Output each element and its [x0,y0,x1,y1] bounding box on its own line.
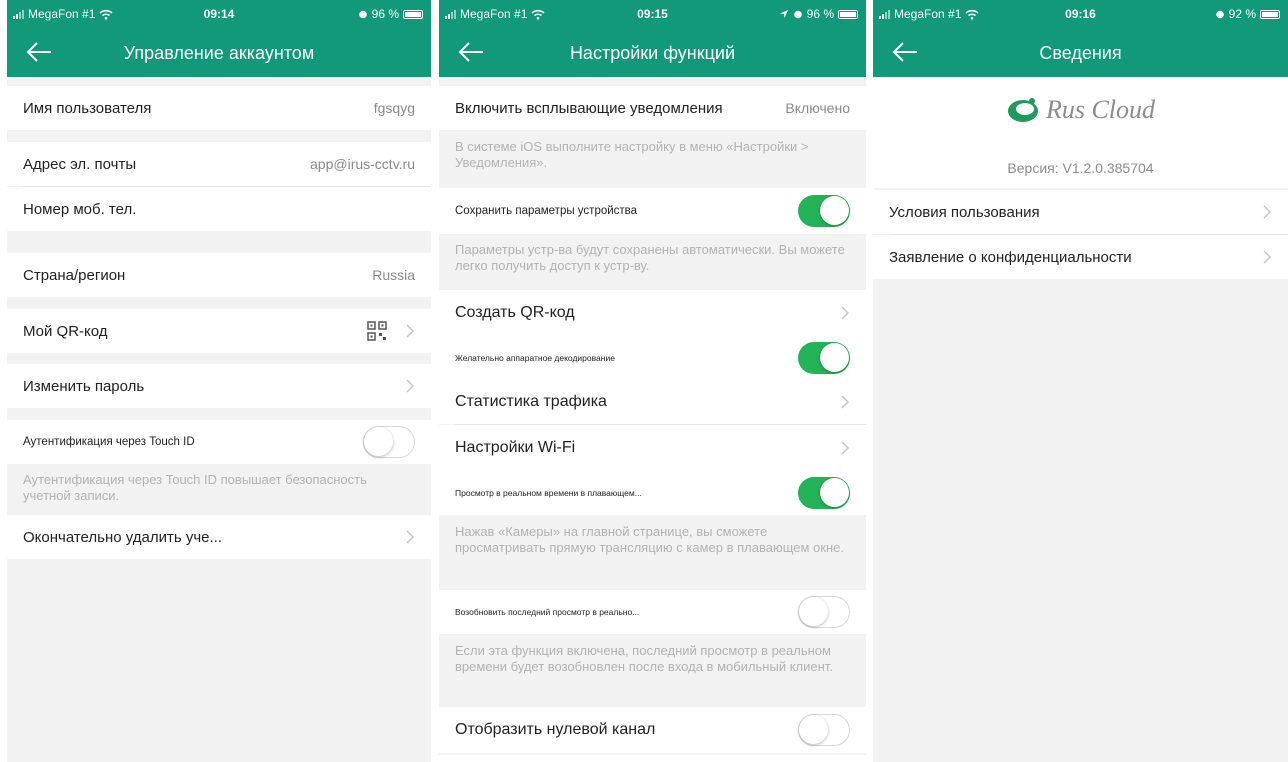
battery-percent: 96 % [371,7,399,21]
status-bar: MegaFon #1 09:15 96 % [439,0,866,27]
terms-label: Условия пользования [889,203,1040,221]
save-device-params-toggle[interactable] [798,195,850,227]
chevron-right-icon [841,441,849,455]
create-qr-row[interactable]: Создать QR-код [439,290,866,336]
nav-bar: Управление аккаунтом [7,27,431,77]
resume-view-label: Возобновить последний просмотр в реально… [455,607,640,617]
status-bar: MegaFon #1 09:14 96 % [7,0,431,27]
resume-view-toggle[interactable] [798,596,850,628]
alarm-icon [793,10,802,19]
wifi-settings-row[interactable]: Настройки Wi-Fi [439,425,866,471]
save-device-params-label: Сохранить параметры устройства [455,205,638,217]
change-password-row[interactable]: Изменить пароль [7,364,431,408]
touch-id-label: Аутентификация через Touch ID [23,436,195,448]
logo-text: Rus Cloud [1045,95,1156,124]
phone-label: Номер моб. тел. [23,200,137,218]
floating-view-hint: Нажав «Камеры» на главной странице, вы с… [455,524,844,555]
resume-view-hint: Если эта функция включена, последний про… [455,643,833,674]
privacy-label: Заявление о конфиденциальности [889,248,1132,266]
battery-icon [838,9,858,19]
chevron-right-icon [841,306,849,320]
zero-channel-row: Отобразить нулевой канал [439,707,866,753]
battery-icon [1260,9,1280,19]
my-qr-row[interactable]: Мой QR-код [7,309,431,353]
app-logo: Rus Cloud [873,95,1288,125]
traffic-stats-row[interactable]: Статистика трафика [439,380,866,424]
touch-id-toggle[interactable] [363,426,415,458]
chevron-right-icon [406,379,414,393]
delete-account-label: Окончательно удалить уче... [23,528,222,546]
nav-bar: Сведения [873,27,1288,77]
country-value: Russia [372,267,415,283]
location-icon [779,10,788,18]
popup-notifications-label: Включить всплывающие уведомления [455,99,723,117]
email-label: Адрес эл. почты [23,155,137,173]
floating-view-toggle[interactable] [798,477,850,509]
qr-code-icon [367,321,387,341]
delete-account-row[interactable]: Окончательно удалить уче... [7,515,431,559]
resume-view-row: Возобновить последний просмотр в реально… [439,590,866,634]
hw-decoding-toggle[interactable] [798,342,850,374]
username-label: Имя пользователя [23,99,152,117]
wifi-settings-label: Настройки Wi-Fi [455,439,576,456]
my-qr-label: Мой QR-код [23,322,108,340]
privacy-row[interactable]: Заявление о конфиденциальности [873,235,1288,279]
create-qr-label: Создать QR-код [455,304,575,321]
save-device-params-hint: Параметры устр-ва будут сохранены автома… [455,242,845,273]
chevron-right-icon [1263,250,1271,264]
about-screen: MegaFon #1 09:16 92 % Сведения Rus Cloud… [873,0,1288,762]
chevron-right-icon [841,395,849,409]
email-value: app@irus-cctv.ru [310,156,415,172]
page-title: Управление аккаунтом [123,43,315,63]
chevron-right-icon [406,530,414,544]
hw-decoding-label: Желательно аппаратное декодирование [455,353,615,363]
floating-view-label: Просмотр в реальном времени в плавающем.… [455,488,642,498]
function-settings-screen: MegaFon #1 09:15 96 % Настройки функций … [439,0,866,762]
battery-percent: 96 % [806,7,834,21]
status-bar: MegaFon #1 09:16 92 % [873,0,1288,27]
popup-notifications-hint: В системе iOS выполните настройку в меню… [455,139,809,170]
floating-view-row: Просмотр в реальном времени в плавающем.… [439,471,866,515]
irus-logo-icon [1007,98,1038,122]
email-row[interactable]: Адрес эл. почты app@irus-cctv.ru [7,142,431,186]
zero-channel-toggle[interactable] [798,714,850,746]
nav-bar: Настройки функций [439,27,866,77]
popup-notifications-value: Включено [785,100,850,116]
alarm-icon [1215,10,1224,19]
username-value: fgsqyg [373,100,415,116]
phone-row[interactable]: Номер моб. тел. [7,187,431,231]
hw-decoding-row: Желательно аппаратное декодирование [439,336,866,380]
username-row[interactable]: Имя пользователя fgsqyg [7,86,431,130]
traffic-stats-label: Статистика трафика [455,393,607,410]
chevron-right-icon [406,324,414,338]
page-title: Сведения [1039,43,1122,63]
account-management-screen: MegaFon #1 09:14 96 % Управление аккаунт… [7,0,431,762]
battery-icon [403,9,423,19]
zero-channel-label: Отобразить нулевой канал [455,721,656,738]
save-device-params-row: Сохранить параметры устройства [439,188,866,234]
chevron-right-icon [1263,205,1271,219]
version-text: Версия: V1.2.0.385704 [1007,160,1154,176]
country-row[interactable]: Страна/регион Russia [7,253,431,297]
terms-row[interactable]: Условия пользования [873,190,1288,234]
touch-id-row: Аутентификация через Touch ID [7,420,431,464]
page-title: Настройки функций [569,43,736,63]
next-row-partial [439,755,866,762]
touch-id-hint: Аутентификация через Touch ID повышает б… [23,472,367,503]
alarm-icon [358,10,367,19]
battery-percent: 92 % [1228,7,1256,21]
popup-notifications-row[interactable]: Включить всплывающие уведомления Включен… [439,86,866,130]
change-password-label: Изменить пароль [23,377,145,395]
country-label: Страна/регион [23,266,126,284]
